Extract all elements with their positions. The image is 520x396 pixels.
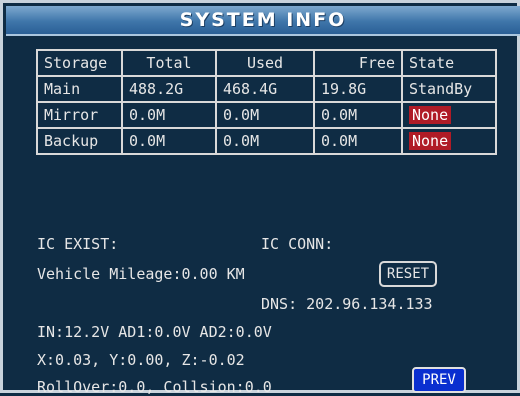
cell-state: None — [401, 127, 497, 155]
gsensor-xyz: X:0.03, Y:0.00, Z:-0.02 — [37, 351, 245, 369]
cell-state: StandBy — [401, 75, 497, 103]
cell-storage: Main — [36, 75, 123, 103]
status-badge: None — [409, 132, 452, 150]
column-header-free: Free — [313, 49, 403, 77]
vehicle-mileage: Vehicle Mileage:0.00 KM — [37, 265, 245, 283]
cell-used: 0.0M — [215, 101, 315, 129]
title-bar: SYSTEM INFO — [6, 6, 520, 36]
voltage-readout: IN:12.2V AD1:0.0V AD2:0.0V — [37, 323, 272, 341]
cell-used: 468.4G — [215, 75, 315, 103]
column-header-state: State — [401, 49, 497, 77]
cell-total: 0.0M — [121, 127, 217, 155]
column-header-storage: Storage — [36, 49, 123, 77]
rollover-collision: RollOver:0.0, Collsion:0.0 — [37, 378, 272, 396]
cell-used: 0.0M — [215, 127, 315, 155]
table-row-main: Main 488.2G 468.4G 19.8G StandBy — [36, 75, 497, 103]
cell-storage: Mirror — [36, 101, 123, 129]
ic-exist-label: IC EXIST: — [37, 235, 119, 253]
status-badge: None — [409, 106, 452, 124]
cell-free: 0.0M — [313, 101, 403, 129]
ic-conn-label: IC CONN: — [261, 235, 334, 253]
dns-value: DNS: 202.96.134.133 — [261, 295, 433, 313]
cell-storage: Backup — [36, 127, 123, 155]
page-title: SYSTEM INFO — [179, 9, 347, 31]
table-row-mirror: Mirror 0.0M 0.0M 0.0M None — [36, 101, 497, 129]
column-header-total: Total — [121, 49, 217, 77]
system-info-screen: SYSTEM INFO Storage Total Used Free Stat… — [0, 0, 520, 396]
reset-button[interactable]: RESET — [379, 261, 437, 287]
cell-total: 488.2G — [121, 75, 217, 103]
table-row-backup: Backup 0.0M 0.0M 0.0M None — [36, 127, 497, 155]
cell-free: 0.0M — [313, 127, 403, 155]
cell-state: None — [401, 101, 497, 129]
table-header-row: Storage Total Used Free State — [36, 49, 497, 77]
storage-table: Storage Total Used Free State Main 488.2… — [36, 49, 497, 155]
cell-total: 0.0M — [121, 101, 217, 129]
prev-button[interactable]: PREV — [412, 367, 466, 393]
cell-free: 19.8G — [313, 75, 403, 103]
column-header-used: Used — [215, 49, 315, 77]
